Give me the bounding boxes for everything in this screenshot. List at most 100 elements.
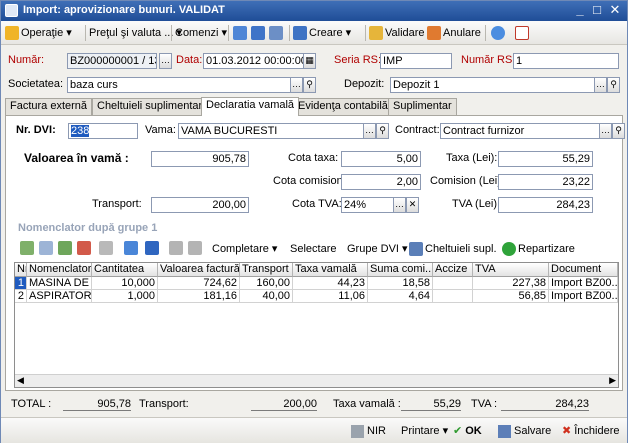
data-field[interactable]: 01.03.2012 00:00:00: [203, 53, 305, 69]
table-cell[interactable]: Import BZ00...: [549, 290, 618, 303]
societatea-field[interactable]: baza curs: [67, 77, 291, 93]
creare-menu[interactable]: Creare ▾: [293, 24, 351, 42]
chat-icon[interactable]: [491, 24, 507, 42]
column-header[interactable]: Valoarea factură: [158, 263, 240, 277]
ellipsis-button[interactable]: …: [393, 197, 406, 213]
collapse-icon[interactable]: [188, 241, 202, 255]
calendar-icon[interactable]: [269, 24, 285, 42]
salvare-button[interactable]: Salvare: [498, 423, 551, 439]
seria-rs-field[interactable]: IMP: [380, 53, 452, 69]
scroll-left-icon[interactable]: ◀: [17, 375, 24, 386]
table-cell[interactable]: 11,06: [293, 290, 368, 303]
row-number[interactable]: 1: [15, 277, 27, 290]
column-header[interactable]: Taxa vamală: [293, 263, 368, 277]
add-row-icon[interactable]: [20, 241, 34, 255]
ellipsis-button[interactable]: …: [290, 77, 303, 93]
column-header[interactable]: Cantitatea: [92, 263, 158, 277]
refresh-icon[interactable]: [251, 24, 267, 42]
tab-evidenta-contabila[interactable]: Evidenţa contabilă: [293, 98, 393, 115]
numar-rs-field[interactable]: 1: [513, 53, 619, 69]
table-cell[interactable]: MASINA DE ...: [27, 277, 92, 290]
tab-declaratia-vamala[interactable]: Declaratia vamală: [201, 97, 300, 116]
ellipsis-button[interactable]: …: [159, 53, 172, 69]
column-header[interactable]: Document: [549, 263, 618, 277]
expand-icon[interactable]: [169, 241, 183, 255]
cota-taxa-field[interactable]: 5,00: [341, 151, 421, 167]
arrow-left-icon[interactable]: [233, 24, 249, 42]
tab-factura-externa[interactable]: Factura externă: [5, 98, 93, 115]
search-icon[interactable]: ⚲: [607, 77, 620, 93]
ellipsis-button[interactable]: …: [599, 123, 612, 139]
column-header[interactable]: Nr.: [15, 263, 27, 277]
maximize-button[interactable]: □: [589, 2, 605, 18]
operatie-menu[interactable]: Operaţie ▾: [5, 24, 72, 42]
comision-lei-field[interactable]: 23,22: [498, 174, 593, 190]
valoarea-vama-field[interactable]: 905,78: [151, 151, 249, 167]
printare-menu[interactable]: Printare ▾: [401, 423, 448, 439]
debit-credit-icon[interactable]: [515, 24, 531, 42]
grupe-dvi-menu[interactable]: Grupe DVI ▾: [347, 240, 408, 258]
anulare-button[interactable]: Anulare: [427, 24, 481, 42]
table-cell[interactable]: 18,58: [368, 277, 433, 290]
taxa-lei-field[interactable]: 55,29: [498, 151, 593, 167]
row-number[interactable]: 2: [15, 290, 27, 303]
tab-cheltuieli-suplimentare[interactable]: Cheltuieli suplimentare: [92, 98, 214, 115]
tva-lei-field[interactable]: 284,23: [498, 197, 593, 213]
depozit-field[interactable]: Depozit 1: [390, 77, 595, 93]
table-cell[interactable]: 160,00: [240, 277, 293, 290]
search-icon[interactable]: ⚲: [612, 123, 625, 139]
vama-field[interactable]: VAMA BUCURESTI: [178, 123, 364, 139]
clear-icon[interactable]: ✕: [406, 197, 419, 213]
scroll-right-icon[interactable]: ▶: [609, 375, 616, 386]
column-header[interactable]: Transport: [240, 263, 293, 277]
table-cell[interactable]: 44,23: [293, 277, 368, 290]
selectare-button[interactable]: Selectare: [290, 240, 336, 258]
move-down-icon[interactable]: [145, 241, 159, 255]
horizontal-scrollbar[interactable]: ◀ ▶: [15, 374, 618, 387]
nr-dvi-field[interactable]: 238: [68, 123, 138, 139]
close-button[interactable]: ✕: [607, 2, 623, 18]
tab-suplimentar[interactable]: Suplimentar: [388, 98, 457, 115]
nir-button[interactable]: NIR: [351, 423, 386, 439]
column-header[interactable]: Accize: [433, 263, 473, 277]
table-cell[interactable]: 40,00: [240, 290, 293, 303]
table-cell[interactable]: 181,16: [158, 290, 240, 303]
completare-menu[interactable]: Completare ▾: [212, 240, 277, 258]
column-header[interactable]: Suma comi...: [368, 263, 433, 277]
repartizare-button[interactable]: Repartizare: [502, 240, 575, 258]
ellipsis-button[interactable]: …: [363, 123, 376, 139]
table-cell[interactable]: Import BZ00...: [549, 277, 618, 290]
table-cell[interactable]: 1,000: [92, 290, 158, 303]
table-cell[interactable]: [433, 277, 473, 290]
table-cell[interactable]: 4,64: [368, 290, 433, 303]
ok-button[interactable]: ✔ OK: [453, 423, 482, 439]
table-cell[interactable]: 56,85: [473, 290, 549, 303]
column-header[interactable]: TVA: [473, 263, 549, 277]
move-up-icon[interactable]: [124, 241, 138, 255]
inchidere-button[interactable]: ✖ Închidere: [562, 423, 619, 439]
table-cell[interactable]: [433, 290, 473, 303]
validare-button[interactable]: Validare: [369, 24, 425, 42]
table-cell[interactable]: 724,62: [158, 277, 240, 290]
table-cell[interactable]: ASPIRATOR: [27, 290, 92, 303]
cota-tva-field[interactable]: 24%: [341, 197, 394, 213]
add-group-icon[interactable]: [58, 241, 72, 255]
comenzi-menu[interactable]: Comenzi ▾: [175, 24, 227, 42]
contract-field[interactable]: Contract furnizor: [440, 123, 600, 139]
delete-row-icon[interactable]: [77, 241, 91, 255]
table-cell[interactable]: 227,38: [473, 277, 549, 290]
date-picker-icon[interactable]: ▦: [303, 53, 316, 69]
insert-row-icon[interactable]: [39, 241, 53, 255]
search-icon[interactable]: ⚲: [376, 123, 389, 139]
numar-field[interactable]: BZ000000001 / 13: [67, 53, 157, 69]
cota-comision-field[interactable]: 2,00: [341, 174, 421, 190]
pretul-valuta-menu[interactable]: Preţul şi valuta ... ▾: [89, 24, 182, 42]
transport-field[interactable]: 200,00: [151, 197, 249, 213]
ellipsis-button[interactable]: …: [594, 77, 607, 93]
cheltuieli-supl-button[interactable]: Cheltuieli supl.: [409, 240, 497, 258]
save-grid-icon[interactable]: [99, 241, 113, 255]
search-icon[interactable]: ⚲: [303, 77, 316, 93]
minimize-button[interactable]: _: [572, 2, 588, 18]
column-header[interactable]: Nomenclator: [27, 263, 92, 277]
table-cell[interactable]: 10,000: [92, 277, 158, 290]
